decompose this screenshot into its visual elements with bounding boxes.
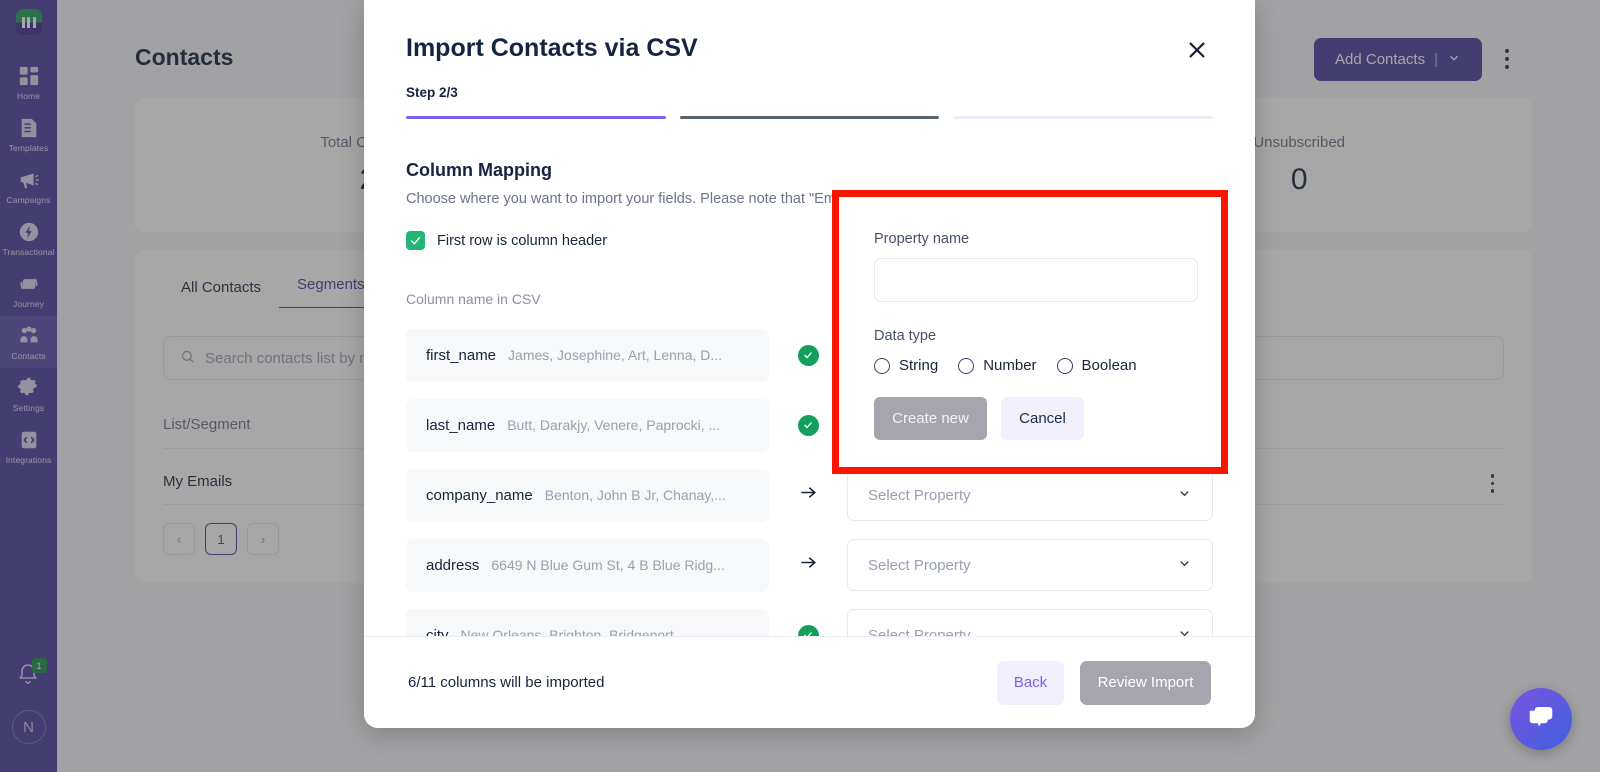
checkbox-checked-icon: [406, 231, 425, 250]
progress-segment-3: [953, 116, 1214, 119]
first-row-header-checkbox[interactable]: First row is column header: [406, 231, 607, 250]
create-new-button[interactable]: Create new: [874, 397, 987, 440]
modal-footer: 6/11 columns will be imported Back Revie…: [364, 636, 1255, 728]
select-property-dropdown[interactable]: Select Property: [847, 469, 1213, 521]
radio-icon: [1056, 357, 1073, 374]
radio-label: Number: [983, 357, 1037, 374]
modal-title: Import Contacts via CSV: [406, 34, 698, 62]
chevron-down-icon: [1177, 556, 1192, 575]
check-circle-icon: [797, 344, 819, 366]
csv-column-sample: 6649 N Blue Gum St, 4 B Blue Ridg...: [491, 557, 725, 573]
radio-icon: [958, 357, 975, 374]
cancel-button[interactable]: Cancel: [1001, 397, 1084, 440]
select-property-placeholder: Select Property: [868, 556, 971, 574]
chevron-down-icon: [1177, 486, 1192, 505]
property-name-label: Property name: [874, 231, 970, 247]
mapping-status: [769, 553, 847, 577]
progress-segment-1: [406, 116, 666, 119]
csv-column-name: address: [426, 556, 480, 574]
csv-column-cell: first_name James, Josephine, Art, Lenna,…: [406, 328, 769, 382]
close-icon[interactable]: [1183, 36, 1211, 64]
select-property-placeholder: Select Property: [868, 486, 971, 504]
section-heading: Column Mapping: [406, 160, 552, 180]
property-name-input[interactable]: [874, 258, 1198, 302]
progress-steps: [406, 116, 1214, 119]
check-circle-icon: [797, 414, 819, 436]
csv-column-sample: Benton, John B Jr, Chanay,...: [544, 487, 726, 503]
radio-string[interactable]: String: [874, 357, 938, 374]
review-import-button[interactable]: Review Import: [1080, 660, 1211, 705]
csv-column-cell: company_name Benton, John B Jr, Chanay,.…: [406, 468, 769, 522]
create-property-popover-body: Property name Data type String Number Bo…: [839, 197, 1221, 467]
radio-icon: [874, 357, 890, 374]
mapping-status: [769, 483, 847, 507]
csv-column-name: company_name: [426, 486, 533, 504]
csv-column-cell: city New Orleans, Brighton, Bridgeport, …: [406, 608, 769, 638]
select-property-dropdown[interactable]: Select Property: [847, 539, 1213, 591]
arrow-right-icon: [799, 483, 818, 507]
create-property-popover: Property name Data type String Number Bo…: [832, 190, 1228, 474]
csv-column-cell: last_name Butt, Darakjy, Venere, Paprock…: [406, 398, 769, 452]
mapping-row: city New Orleans, Brighton, Bridgeport, …: [406, 600, 1213, 638]
radio-label: Boolean: [1081, 357, 1137, 374]
data-type-label: Data type: [874, 328, 937, 344]
csv-column-name: last_name: [426, 416, 496, 434]
csv-column-name: first_name: [426, 346, 497, 364]
create-property-actions: Create new Cancel: [874, 397, 1189, 440]
radio-number[interactable]: Number: [958, 357, 1037, 374]
back-button[interactable]: Back: [997, 660, 1064, 705]
data-type-radio-group: String Number Boolean: [874, 357, 1189, 374]
mapping-row: address 6649 N Blue Gum St, 4 B Blue Rid…: [406, 530, 1213, 600]
csv-column-sample: James, Josephine, Art, Lenna, D...: [508, 347, 723, 363]
csv-column-cell: address 6649 N Blue Gum St, 4 B Blue Rid…: [406, 538, 769, 592]
chat-widget-button[interactable]: [1510, 688, 1572, 750]
chat-bubbles-icon: [1526, 702, 1556, 737]
step-indicator: Step 2/3: [406, 85, 458, 100]
select-property-dropdown[interactable]: Select Property: [847, 609, 1213, 638]
progress-segment-2: [679, 116, 940, 119]
footer-actions: Back Review Import: [997, 660, 1211, 705]
arrow-right-icon: [799, 553, 818, 577]
radio-boolean[interactable]: Boolean: [1056, 357, 1137, 374]
import-summary-text: 6/11 columns will be imported: [408, 674, 605, 691]
radio-label: String: [899, 357, 939, 374]
csv-column-sample: Butt, Darakjy, Venere, Paprocki, ...: [507, 417, 721, 433]
first-row-header-label: First row is column header: [437, 232, 608, 249]
csv-column-header-label: Column name in CSV: [406, 291, 541, 307]
